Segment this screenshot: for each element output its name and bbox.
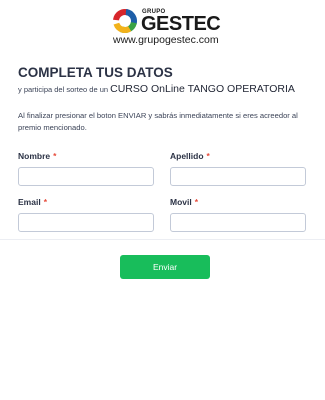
apellido-field[interactable] <box>170 167 306 186</box>
form-divider <box>0 239 325 240</box>
required-mark: * <box>53 151 57 161</box>
required-mark: * <box>194 197 199 207</box>
movil-field[interactable] <box>170 213 306 232</box>
submit-button[interactable]: Enviar <box>120 255 210 279</box>
gestec-logo: GRUPO GESTEC www.grupogestec.com <box>112 7 221 46</box>
email-field[interactable] <box>18 213 154 232</box>
apellido-label: Apellido * <box>170 151 210 161</box>
form-subtitle: y participa del sorteo de un CURSO OnLin… <box>18 82 295 97</box>
required-mark: * <box>206 151 210 161</box>
required-mark: * <box>43 197 47 207</box>
nombre-field[interactable] <box>18 167 154 186</box>
apellido-label-text: Apellido <box>170 151 204 161</box>
movil-label: Movil * <box>170 197 198 207</box>
movil-label-text: Movil <box>170 197 192 207</box>
gestec-emblem-icon <box>113 9 137 33</box>
email-label-text: Email <box>18 197 41 207</box>
brand-website: www.grupogestec.com <box>113 34 219 46</box>
email-label: Email * <box>18 197 47 207</box>
nombre-label: Nombre * <box>18 151 56 161</box>
nombre-label-text: Nombre <box>18 151 51 161</box>
subtitle-prefix: y participa del sorteo de un <box>18 85 111 94</box>
brand-name: GESTEC <box>141 13 221 35</box>
form-title: COMPLETA TUS DATOS <box>18 65 173 80</box>
form-intro: Al finalizar presionar el boton ENVIAR y… <box>18 111 298 132</box>
subtitle-course: CURSO OnLine TANGO OPERATORIA <box>110 83 295 95</box>
